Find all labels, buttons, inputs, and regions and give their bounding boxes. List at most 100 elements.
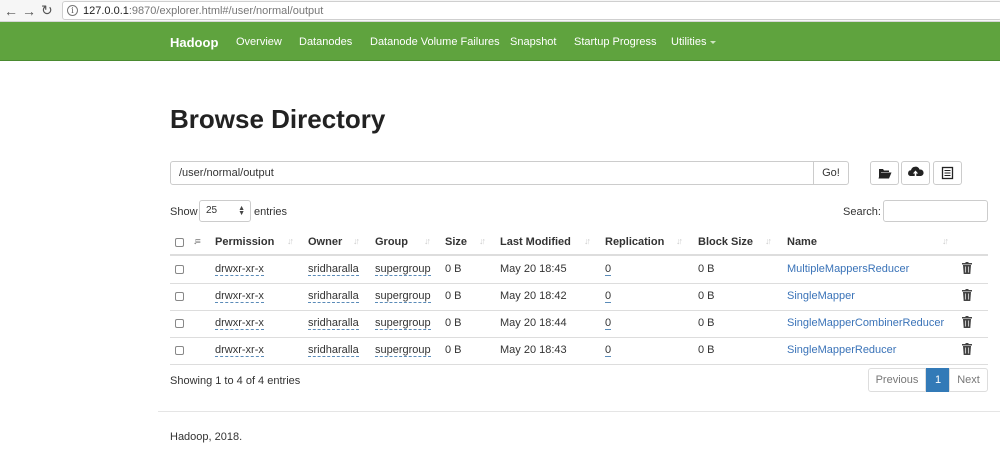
forward-arrow-icon[interactable]: → [22, 3, 36, 19]
page-1-button[interactable]: 1 [926, 368, 950, 392]
header-divider [170, 254, 988, 256]
footer-divider [158, 411, 1000, 412]
row-divider [170, 283, 988, 284]
browser-address-bar: ← → ↻ i 127.0.0.1:9870/explorer.html#/us… [0, 0, 1000, 22]
permission-cell[interactable]: drwxr-xr-x [215, 263, 264, 276]
owner-cell[interactable]: sridharalla [308, 317, 359, 330]
select-arrows-icon: ▲ ▼ [238, 205, 245, 217]
permission-cell[interactable]: drwxr-xr-x [215, 317, 264, 330]
footer-text: Hadoop, 2018. [170, 431, 243, 443]
list-alt-icon [941, 166, 954, 180]
row-divider [170, 310, 988, 311]
search-label: Search: [843, 206, 881, 218]
size-cell: 0 B [445, 263, 462, 275]
replication-cell[interactable]: 0 [605, 290, 612, 303]
owner-cell[interactable]: sridharalla [308, 290, 359, 303]
replication-cell[interactable]: 0 [605, 317, 612, 330]
name-link[interactable]: SingleMapperCombinerReducer [787, 317, 944, 329]
name-link[interactable]: SingleMapper [787, 290, 855, 302]
replication-cell[interactable]: 0 [605, 263, 612, 276]
trash-icon[interactable] [962, 343, 972, 355]
permission-cell[interactable]: drwxr-xr-x [215, 344, 264, 357]
brand-link[interactable]: Hadoop [170, 35, 218, 50]
header-block-size[interactable]: Block Size [698, 236, 753, 248]
group-cell[interactable]: supergroup [375, 290, 431, 303]
go-button[interactable]: Go! [813, 161, 849, 185]
owner-cell[interactable]: sridharalla [308, 344, 359, 357]
header-replication[interactable]: Replication [605, 236, 664, 248]
group-cell[interactable]: supergroup [375, 263, 431, 276]
directory-path-input[interactable] [170, 161, 814, 185]
create-directory-button[interactable] [870, 161, 899, 185]
entries-per-page-value: 25 [206, 205, 218, 216]
sort-icon[interactable]: ↓↑ [479, 236, 486, 246]
reload-icon[interactable]: ↻ [41, 2, 53, 18]
back-arrow-icon[interactable]: ← [4, 3, 18, 19]
sort-icon[interactable]: ↓↑ [676, 236, 683, 246]
header-size[interactable]: Size [445, 236, 467, 248]
sort-icon[interactable]: ↓↑ [424, 236, 431, 246]
next-page-button[interactable]: Next [949, 368, 988, 392]
block-size-cell: 0 B [698, 317, 715, 329]
header-group[interactable]: Group [375, 236, 408, 248]
info-icon[interactable]: i [67, 5, 78, 16]
show-label: Show [170, 206, 198, 218]
block-size-cell: 0 B [698, 263, 715, 275]
nav-utilities[interactable]: Utilities [671, 36, 717, 48]
header-name[interactable]: Name [787, 236, 817, 248]
url-text: 127.0.0.1:9870/explorer.html#/user/norma… [83, 5, 324, 17]
sort-icon[interactable]: ↓↑ [584, 236, 591, 246]
chevron-down-icon [710, 40, 717, 44]
row-divider [170, 364, 988, 365]
trash-icon[interactable] [962, 316, 972, 328]
upload-files-button[interactable] [901, 161, 930, 185]
nav-startup-progress[interactable]: Startup Progress [574, 36, 657, 48]
nav-datanodes[interactable]: Datanodes [299, 36, 352, 48]
size-cell: 0 B [445, 290, 462, 302]
modified-cell: May 20 18:44 [500, 317, 567, 329]
group-cell[interactable]: supergroup [375, 317, 431, 330]
nav-overview[interactable]: Overview [236, 36, 282, 48]
row-checkbox[interactable] [175, 319, 184, 328]
search-input[interactable] [883, 200, 988, 222]
header-permission[interactable]: Permission [215, 236, 274, 248]
entries-per-page-select[interactable]: 25 ▲ ▼ [199, 200, 251, 222]
page-title: Browse Directory [170, 104, 386, 134]
trash-icon[interactable] [962, 262, 972, 274]
entries-label: entries [254, 206, 288, 218]
header-owner[interactable]: Owner [308, 236, 342, 248]
block-size-cell: 0 B [698, 290, 715, 302]
row-checkbox[interactable] [175, 346, 184, 355]
nav-snapshot[interactable]: Snapshot [510, 36, 556, 48]
modified-cell: May 20 18:43 [500, 344, 567, 356]
url-field[interactable]: i 127.0.0.1:9870/explorer.html#/user/nor… [62, 1, 1000, 20]
row-checkbox[interactable] [175, 292, 184, 301]
entries-info: Showing 1 to 4 of 4 entries [170, 375, 301, 387]
nav-utilities-label: Utilities [671, 36, 707, 48]
replication-cell[interactable]: 0 [605, 344, 612, 357]
modified-cell: May 20 18:45 [500, 263, 567, 275]
cloud-upload-icon [908, 166, 924, 177]
nav-datanode-volume-failures[interactable]: Datanode Volume Failures [370, 36, 500, 48]
select-all-checkbox[interactable] [175, 238, 184, 247]
permission-cell[interactable]: drwxr-xr-x [215, 290, 264, 303]
owner-cell[interactable]: sridharalla [308, 263, 359, 276]
size-cell: 0 B [445, 344, 462, 356]
sort-icon[interactable]: ↓↑ [942, 236, 949, 246]
sort-icon[interactable]: ↓↑ [353, 236, 360, 246]
group-cell[interactable]: supergroup [375, 344, 431, 357]
name-link[interactable]: MultipleMappersReducer [787, 263, 909, 275]
row-checkbox[interactable] [175, 265, 184, 274]
row-divider [170, 337, 988, 338]
sort-icon[interactable]: ↓↑ [765, 236, 772, 246]
trash-icon[interactable] [962, 289, 972, 301]
previous-page-button[interactable]: Previous [868, 368, 926, 392]
folder-open-icon [878, 169, 892, 179]
cut-paste-button[interactable] [933, 161, 962, 185]
sort-icon[interactable]: ↓≡ [193, 236, 201, 246]
size-cell: 0 B [445, 317, 462, 329]
block-size-cell: 0 B [698, 344, 715, 356]
name-link[interactable]: SingleMapperReducer [787, 344, 896, 356]
sort-icon[interactable]: ↓↑ [287, 236, 294, 246]
header-last-modified[interactable]: Last Modified [500, 236, 571, 248]
